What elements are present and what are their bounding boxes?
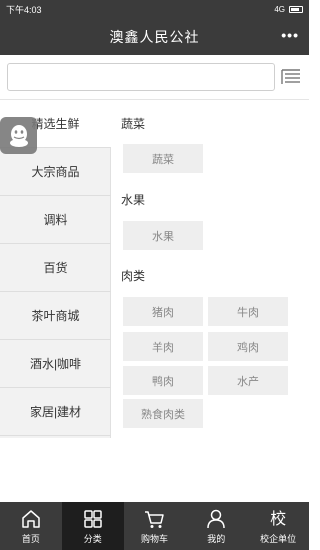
school-icon: 校 <box>270 508 287 528</box>
sidebar-item-label: 酒水|咖啡 <box>29 357 82 371</box>
tab-label: 首页 <box>21 533 40 544</box>
tab-label: 购物车 <box>140 533 168 544</box>
sidebar-item-home[interactable]: 家居|建材 <box>0 388 111 436</box>
tab-cart[interactable]: 购物车 <box>124 502 186 550</box>
tag-pork[interactable]: 猪肉 <box>123 297 203 326</box>
more-menu-button[interactable]: ••• <box>281 28 299 42</box>
tab-label: 校企单位 <box>260 533 297 544</box>
sidebar-item-bulk[interactable]: 大宗商品 <box>0 148 111 196</box>
sidebar-item-label: 家居|建材 <box>29 405 82 419</box>
status-icons: 4G <box>274 5 303 14</box>
sidebar-item-label: 大宗商品 <box>31 165 80 179</box>
search-input[interactable] <box>7 63 275 91</box>
tag-fruit[interactable]: 水果 <box>123 221 203 250</box>
bottom-tab-bar: 首页 分类 购物车 我的 校 校企单位 <box>0 502 309 550</box>
tag-lamb[interactable]: 羊肉 <box>123 332 203 361</box>
qq-icon <box>9 124 28 147</box>
tab-category[interactable]: 分类 <box>61 502 124 550</box>
qq-chat-button[interactable] <box>0 117 37 154</box>
tag-cooked-meat[interactable]: 熟食肉类 <box>123 399 203 428</box>
sidebar-item-label: 调料 <box>43 213 68 227</box>
sidebar-item-drinks[interactable]: 酒水|咖啡 <box>0 340 111 388</box>
list-icon[interactable] <box>281 68 301 86</box>
sidebar-item-tea[interactable]: 茶叶商城 <box>0 292 111 340</box>
tag-seafood[interactable]: 水产 <box>208 366 288 395</box>
sidebar-item-label: 茶叶商城 <box>31 309 80 323</box>
search-row <box>0 55 309 100</box>
sidebar-item-seasoning[interactable]: 调料 <box>0 196 111 244</box>
tag-chicken[interactable]: 鸡肉 <box>208 332 288 361</box>
battery-icon <box>289 5 303 13</box>
grid-icon <box>83 509 102 528</box>
section-title-fruit: 水果 <box>121 193 146 207</box>
tab-school[interactable]: 校 校企单位 <box>247 502 309 550</box>
section-title-meat: 肉类 <box>121 269 146 283</box>
network-label: 4G <box>274 4 285 14</box>
cart-icon <box>145 510 165 528</box>
status-bar: 下午4:03 4G <box>0 0 309 18</box>
status-time: 下午4:03 <box>6 4 42 15</box>
tab-home[interactable]: 首页 <box>0 502 62 550</box>
user-icon <box>207 509 226 528</box>
title-bar: 澳鑫人民公社 ••• <box>0 18 309 55</box>
section-title-vegetables: 蔬菜 <box>121 117 146 131</box>
page-title: 澳鑫人民公社 <box>109 28 200 45</box>
sidebar-item-label: 百货 <box>43 261 68 275</box>
tag-beef[interactable]: 牛肉 <box>208 297 288 326</box>
tab-label: 我的 <box>207 533 226 544</box>
tab-label: 分类 <box>83 533 102 544</box>
home-icon <box>22 509 40 528</box>
tab-profile[interactable]: 我的 <box>185 502 247 550</box>
sidebar-item-general[interactable]: 百货 <box>0 244 111 292</box>
tag-vegetables[interactable]: 蔬菜 <box>123 144 203 173</box>
sidebar-item-label: 精选生鲜 <box>31 117 80 131</box>
tag-duck[interactable]: 鸭肉 <box>123 366 203 395</box>
category-content: 蔬菜 蔬菜 水果 水果 肉类 猪肉 牛肉 羊肉 鸡肉 鸭肉 水产 熟食肉类 <box>111 100 309 500</box>
